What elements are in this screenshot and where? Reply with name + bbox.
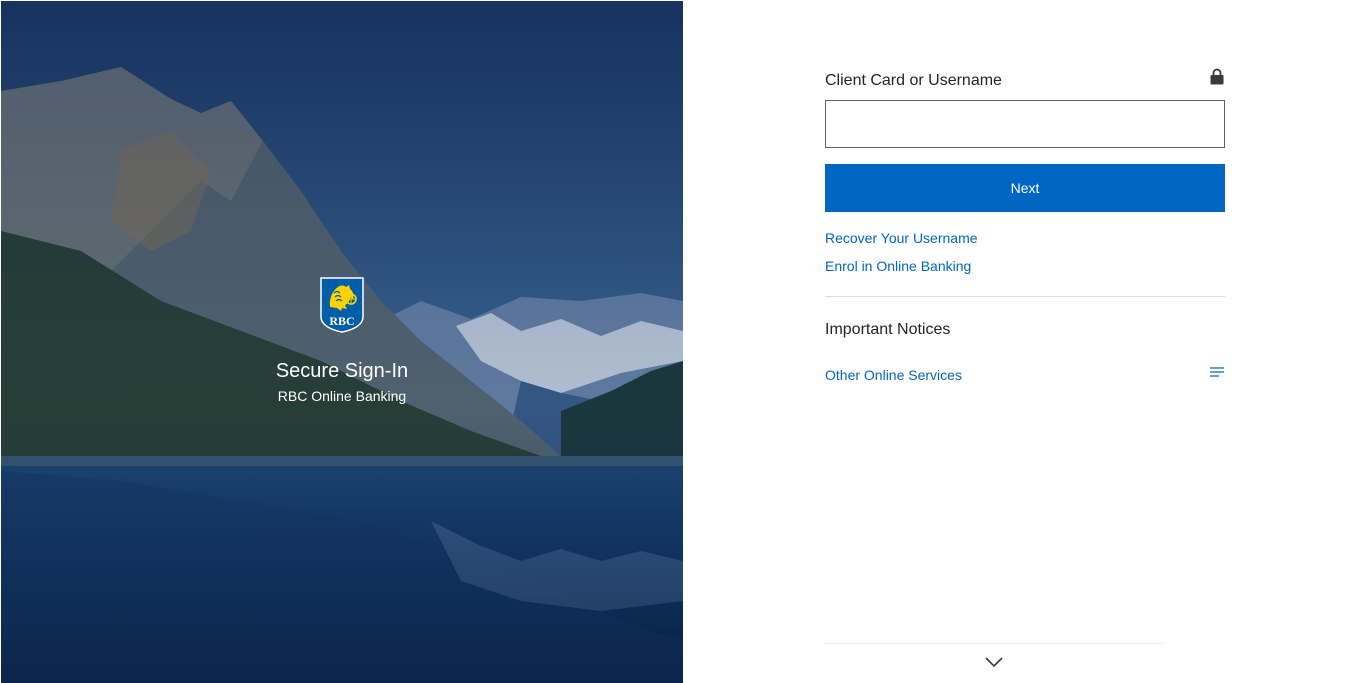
brand-block: RBC Secure Sign-In RBC Online Banking — [1, 277, 683, 405]
important-notices-heading: Important Notices — [825, 321, 951, 338]
next-button[interactable]: Next — [825, 164, 1225, 212]
page-subtitle: RBC Online Banking — [277, 388, 407, 404]
bottom-divider — [825, 643, 1165, 644]
sign-in-panel: Client Card or Username Next Recover You… — [825, 0, 1225, 683]
lock-icon — [1210, 68, 1224, 85]
rbc-logo-text: RBC — [329, 314, 354, 328]
recover-username-link[interactable]: Recover Your Username — [825, 229, 978, 247]
enrol-online-banking-link[interactable]: Enrol in Online Banking — [825, 257, 971, 275]
page-title: Secure Sign-In — [275, 360, 409, 382]
hero-panel: RBC Secure Sign-In RBC Online Banking — [1, 1, 683, 683]
username-label: Client Card or Username — [825, 72, 1002, 89]
other-online-services-link[interactable]: Other Online Services — [825, 366, 962, 384]
menu-lines-icon[interactable] — [1209, 366, 1225, 380]
sign-in-page: RBC Secure Sign-In RBC Online Banking Cl… — [0, 0, 1366, 683]
username-input[interactable] — [825, 100, 1225, 148]
chevron-down-icon[interactable] — [985, 656, 1003, 668]
rbc-logo-icon: RBC — [320, 277, 364, 333]
section-divider — [825, 296, 1225, 297]
